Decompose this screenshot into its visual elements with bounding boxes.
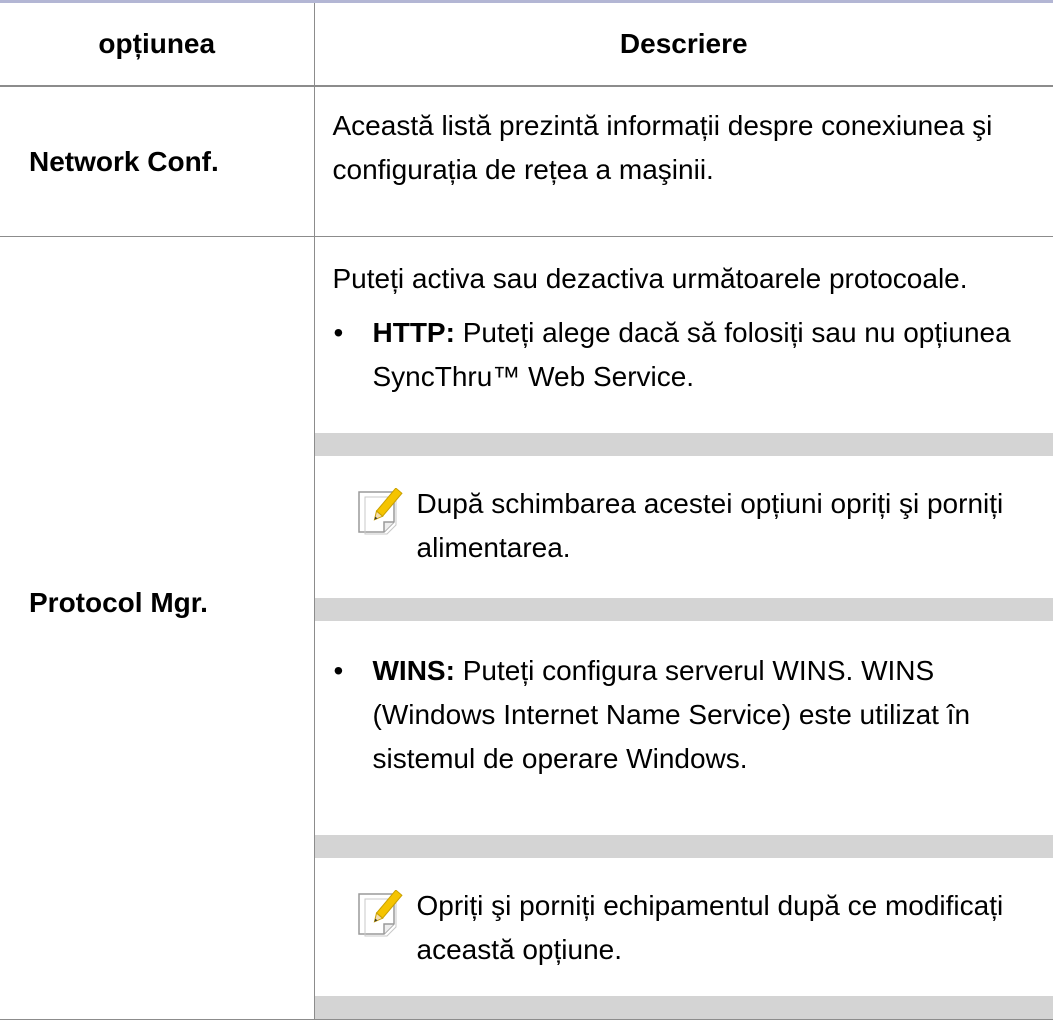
note-box: Opriți şi porniți echipamentul după ce m… bbox=[315, 835, 1053, 1019]
header-option: opțiunea bbox=[0, 3, 314, 86]
options-table: opțiunea Descriere Network Conf. Această… bbox=[0, 3, 1053, 1020]
note-pencil-icon bbox=[356, 488, 404, 536]
description-text: Această listă prezintă informații despre… bbox=[333, 104, 1053, 192]
note-pencil-icon bbox=[356, 890, 404, 938]
header-description: Descriere bbox=[314, 3, 1053, 86]
item-text: Puteți configura serverul WINS. WINS (Wi… bbox=[373, 655, 971, 774]
list-item: • WINS: Puteți configura serverul WINS. … bbox=[373, 649, 1053, 781]
list-item: • HTTP: Puteți alege dacă să folosiți sa… bbox=[373, 311, 1053, 399]
bullet-marker: • bbox=[334, 311, 344, 355]
note-bottom-bar bbox=[315, 598, 1053, 621]
description-intro: Puteți activa sau dezactiva următoarele … bbox=[333, 257, 1053, 301]
note-top-bar bbox=[315, 433, 1053, 456]
note-top-bar bbox=[315, 835, 1053, 858]
option-name: Network Conf. bbox=[0, 86, 314, 237]
item-term: HTTP: bbox=[373, 317, 455, 348]
item-term: WINS: bbox=[373, 655, 455, 686]
option-description: Puteți activa sau dezactiva următoarele … bbox=[314, 237, 1053, 1020]
table-header-row: opțiunea Descriere bbox=[0, 3, 1053, 86]
note-text: Opriți şi porniți echipamentul după ce m… bbox=[417, 884, 1053, 972]
note-bottom-bar bbox=[315, 996, 1053, 1019]
table-row: Network Conf. Această listă prezintă inf… bbox=[0, 86, 1053, 237]
option-name: Protocol Mgr. bbox=[0, 237, 314, 1020]
note-text: După schimbarea acestei opțiuni opriți ş… bbox=[417, 482, 1053, 570]
bullet-marker: • bbox=[334, 649, 344, 693]
option-description: Această listă prezintă informații despre… bbox=[314, 86, 1053, 237]
table-row: Protocol Mgr. Puteți activa sau dezactiv… bbox=[0, 237, 1053, 1020]
note-box: După schimbarea acestei opțiuni opriți ş… bbox=[315, 433, 1053, 621]
item-text: Puteți alege dacă să folosiți sau nu opț… bbox=[373, 317, 1011, 392]
